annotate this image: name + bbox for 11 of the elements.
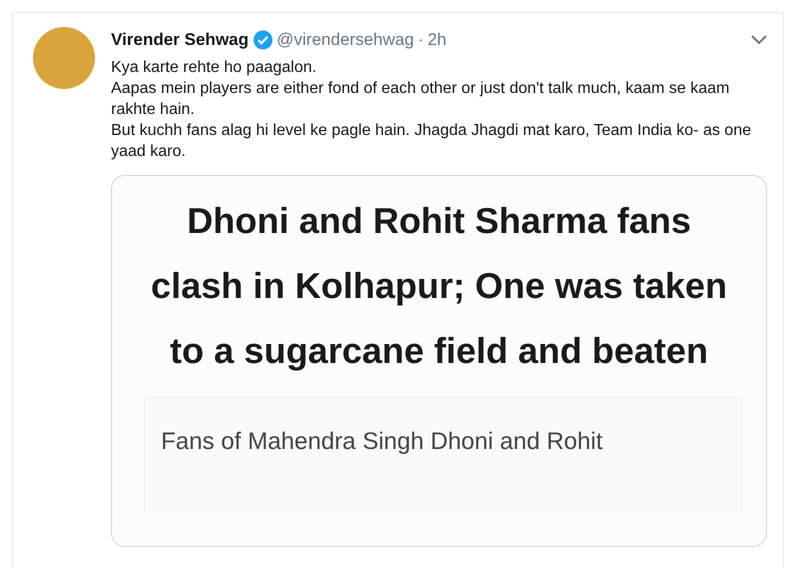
author-name[interactable]: Virender Sehwag <box>111 27 249 52</box>
article-excerpt: Fans of Mahendra Singh Dhoni and Rohit <box>161 426 604 456</box>
tweet-text-line: Aapas mein players are either fond of each other or just don't talk much, kaam se kaam rakhte hain. <box>111 78 730 120</box>
tweet-text-line: Kya karte rehte ho paagalon. <box>111 58 318 78</box>
timestamp[interactable]: 2h <box>428 27 447 52</box>
chevron-down-icon[interactable] <box>751 34 767 45</box>
link-preview-card[interactable]: Dhoni and Rohit Sharma fans clash in Kolhapur; One was taken to a sugarcane field and beaten Fans of Mahendra Singh Dhoni and Rohit <box>111 174 767 546</box>
article-headline: Dhoni and Rohit Sharma fans clash in Kolhapur; One was taken to a sugarcane field and beaten <box>150 198 728 373</box>
tweet-text-line: But kuchh fans alag hi level ke pagle hain. Jhagda Jhagdi mat karo, Team India ko- as one yaad karo. <box>111 120 752 162</box>
separator: · <box>418 29 424 51</box>
author-handle[interactable]: @virendersehwag <box>276 27 414 52</box>
